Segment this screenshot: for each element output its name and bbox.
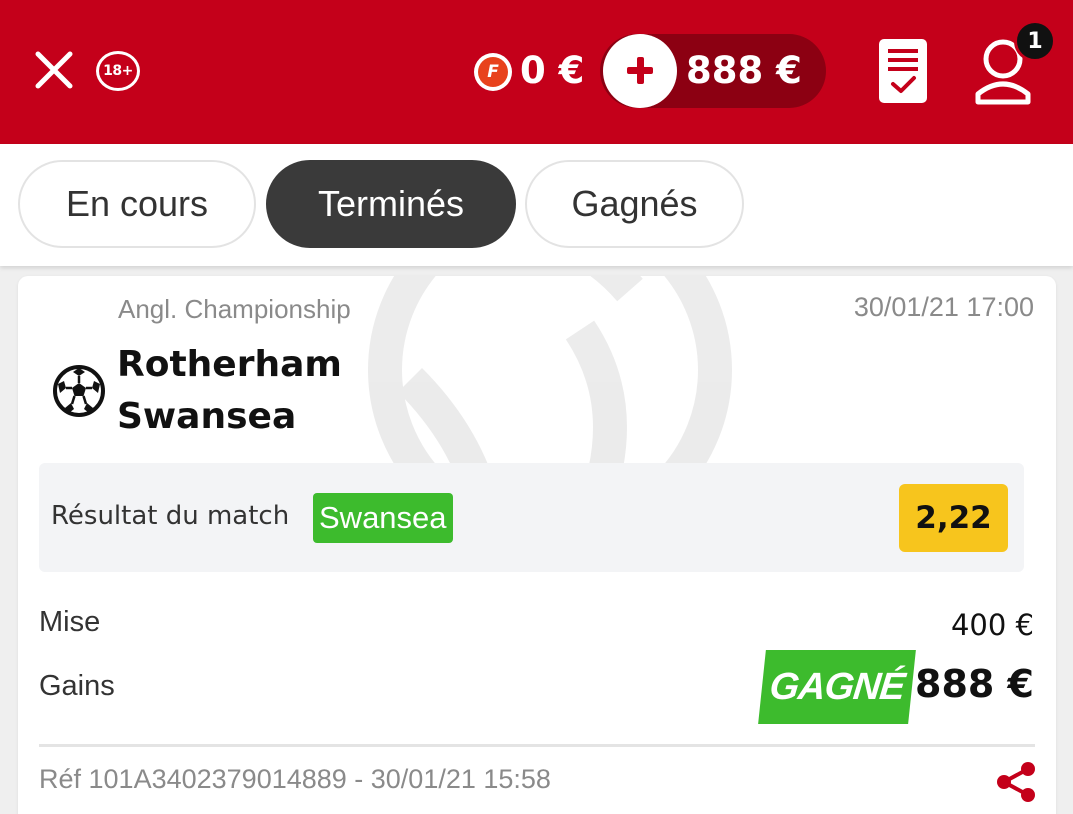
freebet-icon: F xyxy=(474,53,512,91)
bet-filter-tabs: En cours Terminés Gagnés xyxy=(0,144,1073,266)
balance-button[interactable]: 888 € xyxy=(600,34,826,108)
freebet-balance: 0 € xyxy=(520,49,585,92)
soccer-ball-icon xyxy=(52,364,106,418)
tab-gagnes[interactable]: Gagnés xyxy=(525,160,744,248)
competition-name: Angl. Championship xyxy=(118,294,351,324)
home-team: Rotherham xyxy=(117,344,342,385)
notification-count-badge: 1 xyxy=(1014,20,1056,62)
account-balance: 888 € xyxy=(686,49,802,92)
divider xyxy=(39,744,1035,747)
share-icon[interactable] xyxy=(994,760,1038,804)
market-label: Résultat du match xyxy=(51,501,290,531)
away-team: Swansea xyxy=(117,396,297,437)
bet-reference: Réf 101A3402379014889 - 30/01/21 15:58 xyxy=(39,764,551,794)
winnings-label: Gains xyxy=(39,670,115,702)
top-header: 18+ F 0 € 888 € 1 xyxy=(0,0,1073,144)
tab-termines[interactable]: Terminés xyxy=(266,160,516,248)
tab-en-cours[interactable]: En cours xyxy=(18,160,256,248)
close-icon[interactable] xyxy=(30,46,78,94)
freebet-icon-letter: F xyxy=(478,57,508,87)
match-datetime: 30/01/21 17:00 xyxy=(853,292,1034,322)
bet-selection: Résultat du match Swansea 2,22 xyxy=(39,463,1024,572)
stake-value: 400 € xyxy=(950,608,1034,642)
won-status-badge: GAGNÉ xyxy=(758,650,916,724)
winnings-value: 888 € xyxy=(915,662,1034,706)
odds-badge: 2,22 xyxy=(899,484,1008,552)
betslip-icon[interactable] xyxy=(876,36,930,106)
deposit-plus-icon[interactable] xyxy=(603,34,677,108)
stake-label: Mise xyxy=(39,606,101,638)
age-restriction-badge: 18+ xyxy=(96,51,140,91)
bet-card[interactable]: Angl. Championship 30/01/21 17:00 Rother… xyxy=(18,276,1056,814)
selected-outcome-badge: Swansea xyxy=(313,493,453,543)
